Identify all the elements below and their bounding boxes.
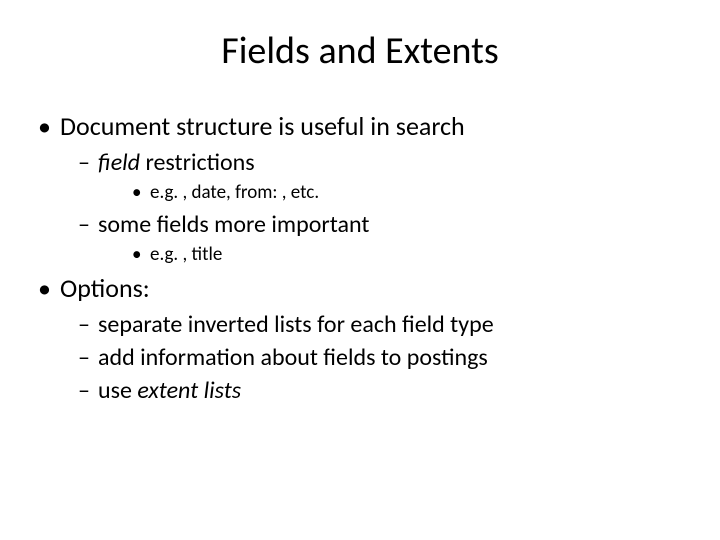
bullet-2-sub-3-pre: use xyxy=(98,376,137,405)
bullet-1-sub-1-italic: field xyxy=(98,148,140,177)
dash-icon: – xyxy=(78,343,98,372)
dash-icon: – xyxy=(78,148,98,177)
bullet-dot-icon: • xyxy=(132,181,150,204)
bullet-2: •Options: xyxy=(38,272,696,304)
bullet-1-sub-2: –some fields more important xyxy=(78,210,696,239)
bullet-1-sub-1-text: restrictions xyxy=(140,148,255,177)
bullet-1-sub-2-text: some fields more important xyxy=(98,210,369,239)
bullet-1-sub-1-ex-1-text: e.g. , date, from: , etc. xyxy=(150,181,319,204)
bullet-2-sub-2: –add information about fields to posting… xyxy=(78,343,696,372)
bullet-dot-icon: • xyxy=(38,110,60,142)
bullet-2-sub-3: –use extent lists xyxy=(78,376,696,405)
bullet-1-sub-1-ex-1: •e.g. , date, from: , etc. xyxy=(132,181,696,204)
bullet-2-sub-3-italic: extent lists xyxy=(137,376,241,405)
bullet-1-sub-2-ex-1: •e.g. , title xyxy=(132,243,696,266)
bullet-dot-icon: • xyxy=(132,243,150,266)
bullet-1-sub-2-ex-1-text: e.g. , title xyxy=(150,243,222,266)
bullet-1-sub-1: –field restrictions xyxy=(78,148,696,177)
bullet-2-sub-1: –separate inverted lists for each field … xyxy=(78,310,696,339)
slide-title: Fields and Extents xyxy=(24,28,696,74)
dash-icon: – xyxy=(78,210,98,239)
bullet-2-text: Options: xyxy=(60,272,150,304)
bullet-1: •Document structure is useful in search xyxy=(38,110,696,142)
bullet-dot-icon: • xyxy=(38,272,60,304)
dash-icon: – xyxy=(78,310,98,339)
bullet-2-sub-1-text: separate inverted lists for each field t… xyxy=(98,310,494,339)
bullet-1-text: Document structure is useful in search xyxy=(60,110,465,142)
dash-icon: – xyxy=(78,376,98,405)
bullet-2-sub-2-text: add information about fields to postings xyxy=(98,343,488,372)
